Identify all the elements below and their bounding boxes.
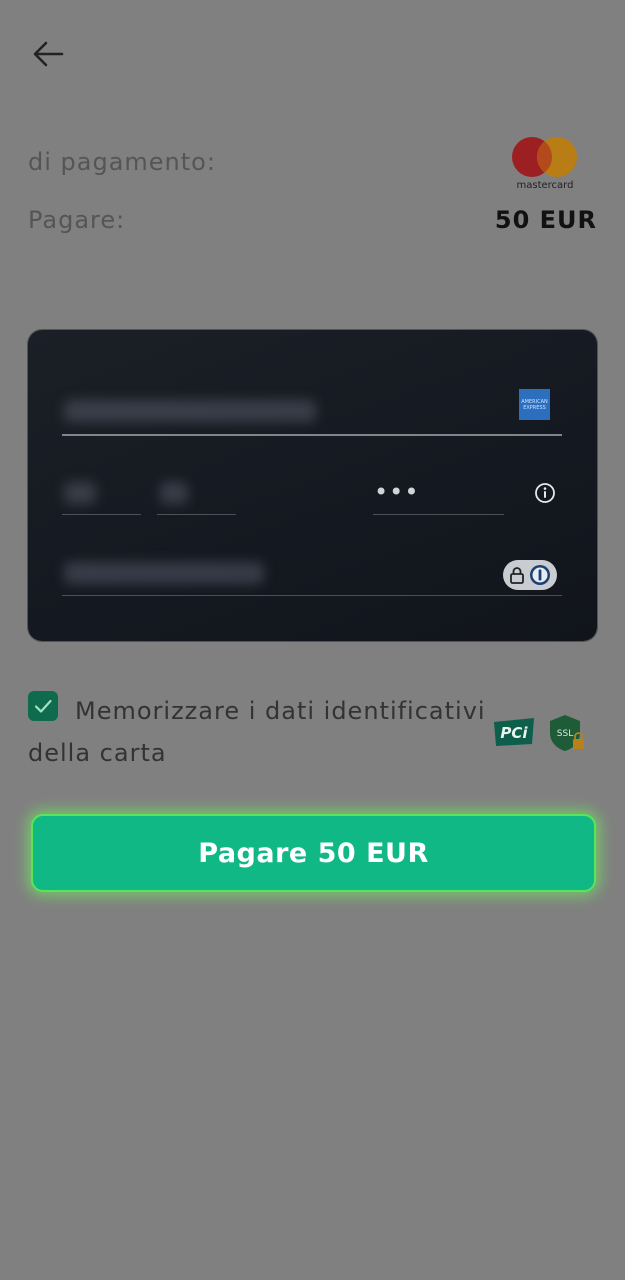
svg-text:mastercard: mastercard	[517, 180, 574, 191]
pci-badge: PCi	[492, 716, 536, 748]
ssl-badge: SSL	[548, 713, 586, 753]
card-number-underline	[62, 434, 562, 436]
cvv-underline	[373, 514, 504, 515]
expiry-month-underline	[62, 514, 141, 515]
expiry-year-underline	[157, 514, 236, 515]
cardholder-name-field[interactable]	[64, 562, 264, 584]
save-card-label: Memorizzare i dati identificativi della …	[28, 697, 486, 767]
pay-label: Pagare:	[28, 206, 126, 234]
svg-text:SSL: SSL	[557, 729, 573, 739]
lock-icon	[510, 567, 524, 584]
payment-method-label: di pagamento:	[28, 148, 216, 176]
back-button[interactable]	[28, 36, 68, 72]
key-icon	[530, 565, 550, 585]
svg-text:PCi: PCi	[500, 724, 528, 742]
card-form: AMERICAN EXPRESS •••	[28, 330, 597, 641]
arrow-left-icon	[33, 41, 64, 67]
cvv-field[interactable]: •••	[374, 480, 419, 504]
cardholder-underline	[62, 595, 562, 596]
card-number-field[interactable]	[64, 400, 316, 422]
info-icon[interactable]	[534, 482, 556, 504]
amex-icon: AMERICAN EXPRESS	[519, 389, 550, 420]
expiry-year-field[interactable]	[160, 482, 188, 504]
amount-value: 50 EUR	[494, 206, 597, 234]
expiry-month-field[interactable]	[64, 482, 96, 504]
password-manager-button[interactable]	[503, 560, 557, 590]
pay-button[interactable]: Pagare 50 EUR	[31, 814, 596, 892]
mastercard-logo: mastercard	[507, 135, 583, 191]
